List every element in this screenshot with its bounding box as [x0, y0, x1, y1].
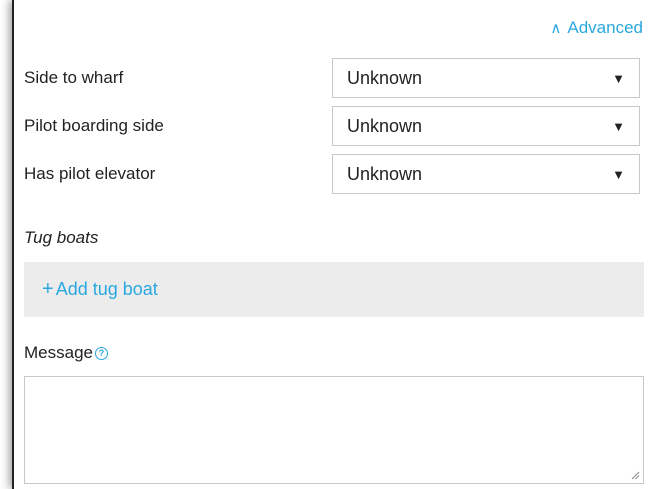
add-tug-boat-button[interactable]: + Add tug boat [42, 278, 158, 301]
has-pilot-elevator-row: Has pilot elevator Unknown ▼ [24, 153, 644, 195]
help-circle-icon[interactable]: ? [94, 346, 108, 360]
advanced-toggle[interactable]: ∧ Advanced [550, 18, 643, 38]
pilot-boarding-side-label: Pilot boarding side [24, 116, 164, 135]
side-to-wharf-row: Side to wharf Unknown ▼ [24, 57, 644, 99]
advanced-panel: ∧ Advanced Side to wharf Unknown ▼ Pilot… [12, 0, 653, 489]
has-pilot-elevator-label: Has pilot elevator [24, 164, 156, 183]
pilot-boarding-side-value: Unknown [347, 115, 423, 136]
chevron-up-icon: ∧ [550, 20, 562, 37]
dropdown-arrow-icon: ▼ [612, 70, 625, 86]
pilot-boarding-side-row: Pilot boarding side Unknown ▼ [24, 105, 644, 147]
message-textarea[interactable] [24, 376, 644, 484]
dropdown-arrow-icon: ▼ [612, 166, 625, 182]
side-to-wharf-select[interactable]: Unknown ▼ [332, 58, 640, 98]
has-pilot-elevator-value: Unknown [347, 163, 423, 184]
advanced-toggle-label: Advanced [567, 18, 643, 37]
message-label: Message [24, 343, 93, 362]
tug-boats-area: + Add tug boat [24, 262, 644, 317]
dropdown-arrow-icon: ▼ [612, 118, 625, 134]
resize-handle-icon[interactable] [631, 471, 640, 480]
tug-boats-title: Tug boats [24, 228, 99, 247]
has-pilot-elevator-select[interactable]: Unknown ▼ [332, 154, 640, 194]
pilot-boarding-side-select[interactable]: Unknown ▼ [332, 106, 640, 146]
side-to-wharf-value: Unknown [347, 67, 423, 88]
side-to-wharf-label: Side to wharf [24, 68, 124, 87]
plus-icon: + [42, 278, 54, 300]
message-label-group: Message ? [24, 343, 108, 363]
add-tug-boat-label: Add tug boat [55, 279, 158, 299]
